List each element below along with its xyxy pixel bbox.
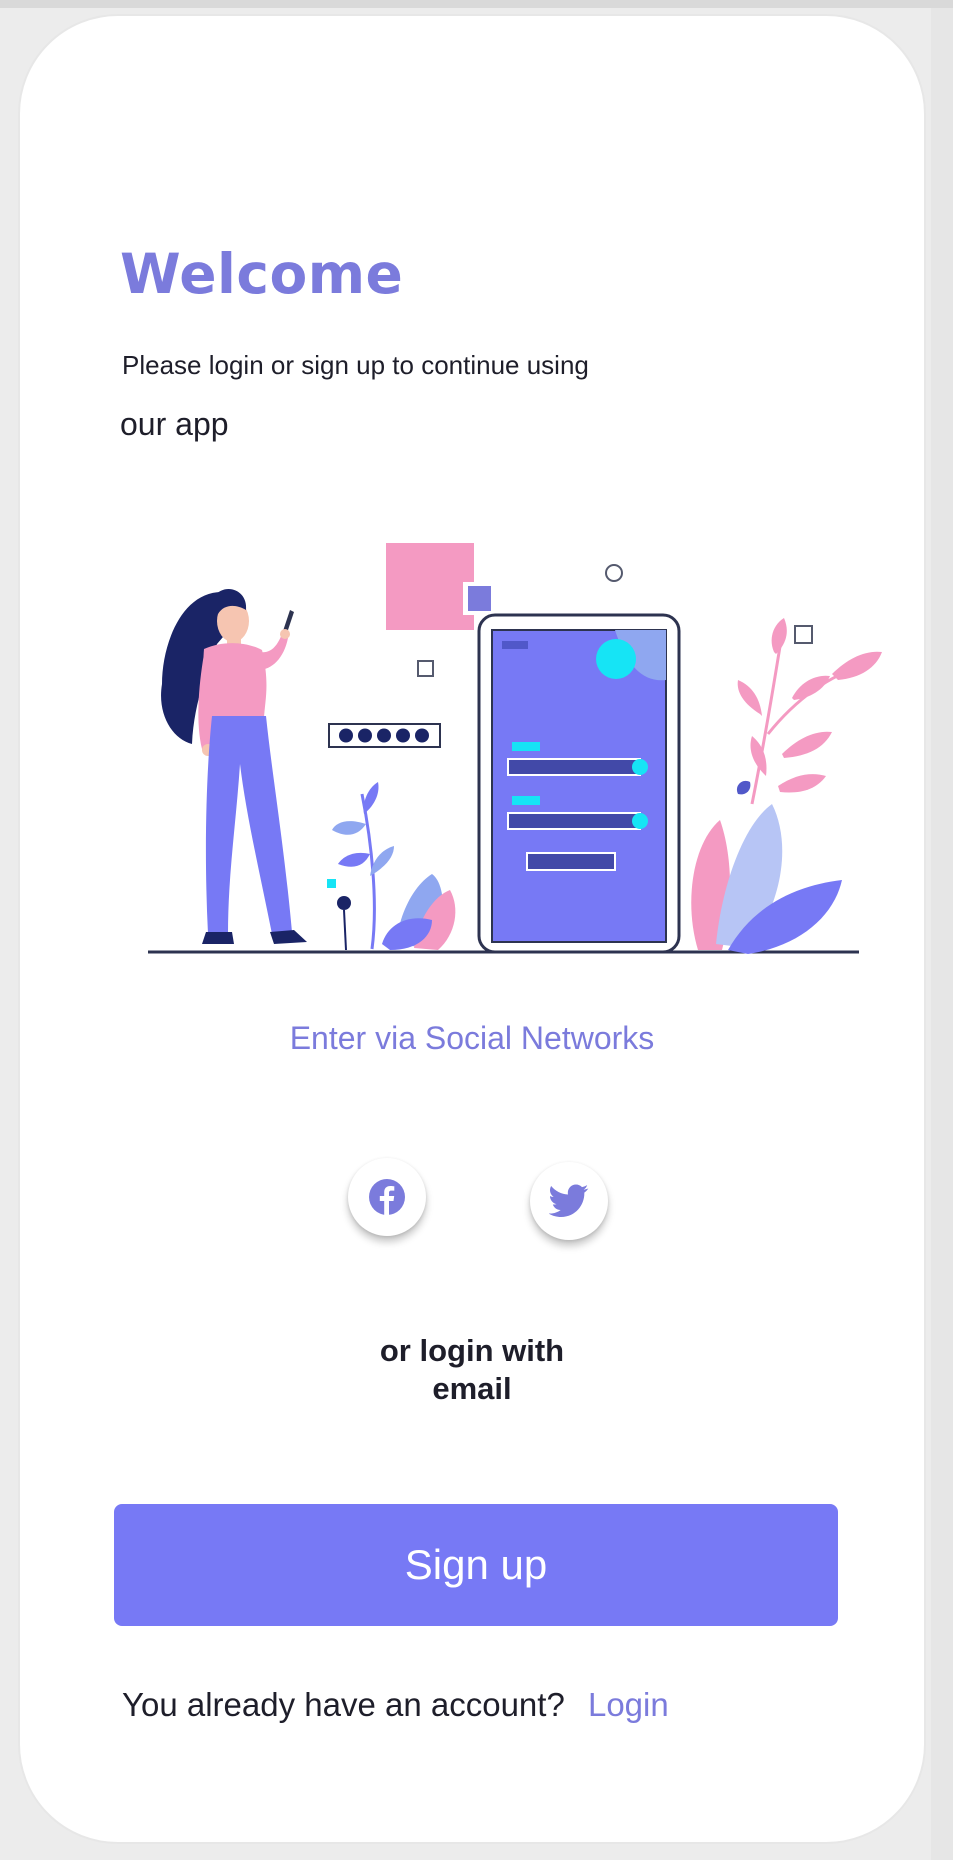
welcome-screen: Welcome Please login or sign up to conti…	[18, 14, 926, 1844]
twitter-icon	[549, 1184, 589, 1217]
facebook-login-button[interactable]	[348, 1158, 426, 1236]
signup-button[interactable]: Sign up	[114, 1504, 838, 1626]
window-top-edge	[0, 0, 953, 8]
page-title: Welcome	[120, 242, 404, 306]
window-right-edge	[931, 8, 953, 1860]
facebook-icon	[369, 1179, 405, 1215]
social-networks-heading: Enter via Social Networks	[289, 1020, 655, 1056]
login-prompt-text: You already have an account?	[122, 1686, 565, 1723]
subtitle-line-1: Please login or sign up to continue usin…	[122, 350, 589, 380]
or-text-line-2: email	[432, 1371, 512, 1406]
subtitle-line-2: our app	[120, 406, 229, 442]
or-login-with-email-text: or login with email	[20, 1332, 924, 1408]
login-link[interactable]: Login	[588, 1686, 669, 1723]
twitter-login-button[interactable]	[530, 1162, 608, 1240]
login-prompt-row: You already have an account? Login	[122, 1686, 669, 1724]
or-text-line-1: or login with	[379, 1333, 565, 1368]
welcome-illustration	[148, 543, 882, 954]
